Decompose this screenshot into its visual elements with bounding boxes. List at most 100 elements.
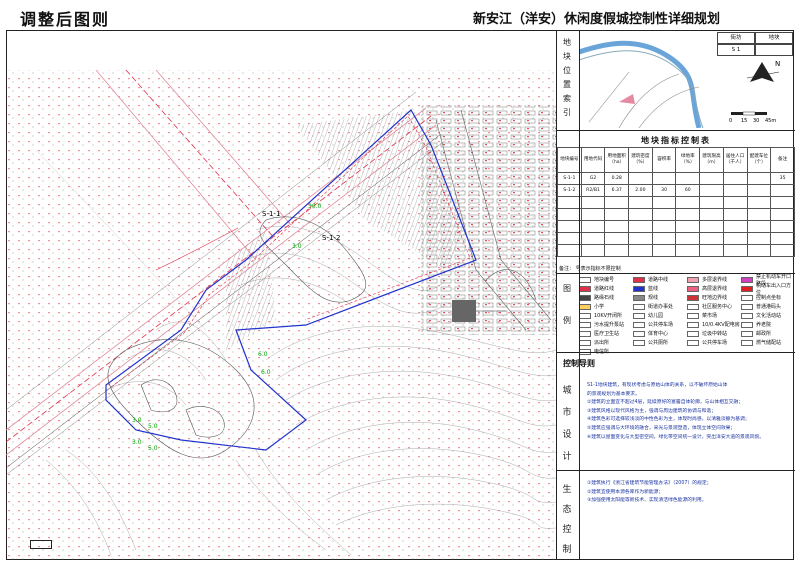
legend-item: 旺地边界线	[687, 293, 741, 302]
legend-label-text: 地块编号	[594, 277, 615, 283]
svg-text:6.0: 6.0	[261, 369, 271, 376]
legend-item: 10KV开闭所	[579, 311, 633, 320]
pump-icon	[579, 321, 591, 328]
legend-item: 规线	[633, 293, 687, 302]
table-row: S-1-1 G2 0.28 35	[557, 172, 795, 185]
legend-item: 社区服务中心	[687, 302, 741, 311]
svg-text:0: 0	[729, 118, 732, 124]
svg-text:3.0: 3.0	[132, 439, 142, 446]
plot-label-s-1-1[interactable]: S-1-1	[262, 210, 280, 218]
legend-label-text: 控制点坐标	[756, 295, 782, 301]
legend-item: 控制点坐标	[741, 293, 793, 302]
legend-item: 街道办事处	[633, 302, 687, 311]
index-table-header: 地块编号 用地代码 用地面积（ha） 建筑密度（%） 容积率 绿地率（%） 建筑…	[557, 147, 795, 173]
legend-item: 幼儿园	[633, 311, 687, 320]
legend-item: 体育中心	[633, 329, 687, 338]
legend-label-text: 道路红线	[594, 286, 615, 292]
legend-label-text: 蓝线	[648, 286, 659, 292]
parking-icon	[687, 339, 699, 346]
legend-item: 文化活动站	[741, 311, 793, 320]
sheet-title: 调整后图则	[20, 10, 111, 29]
legend-label-text: 路缘石线	[594, 295, 615, 301]
community-icon	[687, 303, 699, 310]
svg-text:30: 30	[753, 118, 759, 124]
setback-line-icon	[687, 276, 699, 283]
legend-item: 污水提升泵站	[579, 320, 633, 329]
legend-label-text: 菜市场	[702, 313, 718, 319]
control-point-icon	[741, 294, 753, 301]
legend-label-text: 派出所	[594, 340, 610, 346]
clinic-icon	[579, 330, 591, 337]
kindergarten-icon	[633, 312, 645, 319]
legend-label-text: 公共厕所	[648, 340, 669, 346]
street-value: S 1	[717, 44, 755, 56]
legend-item: 公共停车场	[687, 338, 741, 347]
boundary-line-icon	[687, 294, 699, 301]
red-line-icon	[579, 285, 591, 292]
legend-label-text: 10/0.4KV配电房	[702, 322, 740, 328]
plan-map-svg: 30.0 3.0 6.0 6.0 3.0 5.0 3.0 5.0 S-1-1 S…	[5, 69, 557, 560]
svg-text:30.0: 30.0	[308, 203, 322, 210]
street-header: 街坊	[717, 32, 755, 44]
index-table: 地块编号 用地代码 用地面积（ha） 建筑密度（%） 容积率 绿地率（%） 建筑…	[557, 147, 795, 257]
legend-label-text: 规线	[648, 295, 659, 301]
legend-item: 公共厕所	[633, 338, 687, 347]
legend-label-text: 幼儿园	[648, 313, 664, 319]
legend-item: 10/0.4KV配电房	[687, 320, 741, 329]
legend-item: 派出所	[579, 338, 633, 347]
port-icon	[741, 303, 753, 310]
svg-text:45m: 45m	[765, 118, 776, 124]
legend-label-text: 多层退界线	[702, 277, 728, 283]
legend-item: 公共停车场	[633, 320, 687, 329]
plot-label-s-1-2[interactable]: S-1-2	[322, 234, 340, 242]
market-icon	[687, 312, 699, 319]
ecology-label: 生 态 控 制	[562, 485, 572, 555]
svg-text:5.0: 5.0	[148, 423, 158, 430]
gas-icon	[741, 339, 753, 346]
svg-text:5.0: 5.0	[148, 445, 158, 452]
legend-item: 道路中线	[633, 275, 687, 284]
rule-line-icon	[633, 294, 645, 301]
legend-item: 机动车出入口方位	[741, 283, 793, 296]
legend-item: 道路红线	[579, 284, 633, 293]
parking-icon	[633, 321, 645, 328]
plot-number-icon	[579, 276, 591, 283]
no-entry-icon	[741, 276, 753, 283]
plan-map[interactable]: 30.0 3.0 6.0 6.0 3.0 5.0 3.0 5.0 S-1-1 S…	[5, 30, 557, 560]
legend-item: 菜市场	[687, 311, 741, 320]
road-centerline-icon	[633, 276, 645, 283]
location-index-map[interactable]: N 0 15 30 45m 街坊 地块 S 1	[579, 32, 793, 128]
legend-label-text: 10KV开闭所	[594, 313, 623, 319]
legend-label-text: 文化活动站	[756, 313, 782, 319]
blue-line-icon	[633, 285, 645, 292]
legend-label-text: 道路中线	[648, 277, 669, 283]
legend-label-text: 街道办事处	[648, 304, 674, 310]
svg-text:N: N	[775, 60, 780, 68]
post-icon	[741, 330, 753, 337]
legend-item: 普通港码头	[741, 302, 793, 311]
school-icon	[579, 303, 591, 310]
legend-item: 医疗卫生站	[579, 329, 633, 338]
plot-value	[755, 44, 793, 56]
legend-label-text: 普通港码头	[756, 304, 782, 310]
drawing-stamp	[30, 540, 52, 549]
legend-item: 多层退界线	[687, 275, 741, 284]
legend-label-text: 医疗卫生站	[594, 331, 620, 337]
legend-item: 邮政所	[741, 329, 793, 338]
legend-label-text: 垃圾中转站	[702, 331, 728, 337]
legend-item: 燃气储配站	[741, 338, 793, 347]
legend-item: 高层退界线	[687, 284, 741, 293]
scale-bar: 0 15 30 45m	[729, 111, 776, 124]
legend-item: 养老院	[741, 320, 793, 329]
legend-label-text: 体育中心	[648, 331, 669, 337]
highrise-setback-icon	[687, 285, 699, 292]
legend-label-text: 污水提升泵站	[594, 322, 625, 328]
table-row: S-1-2 R2/B1 6.37 2.00 30 60	[557, 184, 795, 197]
svg-text:15: 15	[741, 118, 747, 124]
control-panel: 地 块 位 置 索 引 N 0 15 30 45m 街坊 地块 S 1 地块指标…	[556, 30, 795, 560]
legend-item: 垃圾中转站	[687, 329, 741, 338]
index-table-title: 地块指标控制表	[641, 136, 711, 145]
north-arrow-icon: N	[746, 60, 780, 82]
toilet-icon	[633, 339, 645, 346]
svg-text:3.0: 3.0	[132, 417, 142, 424]
